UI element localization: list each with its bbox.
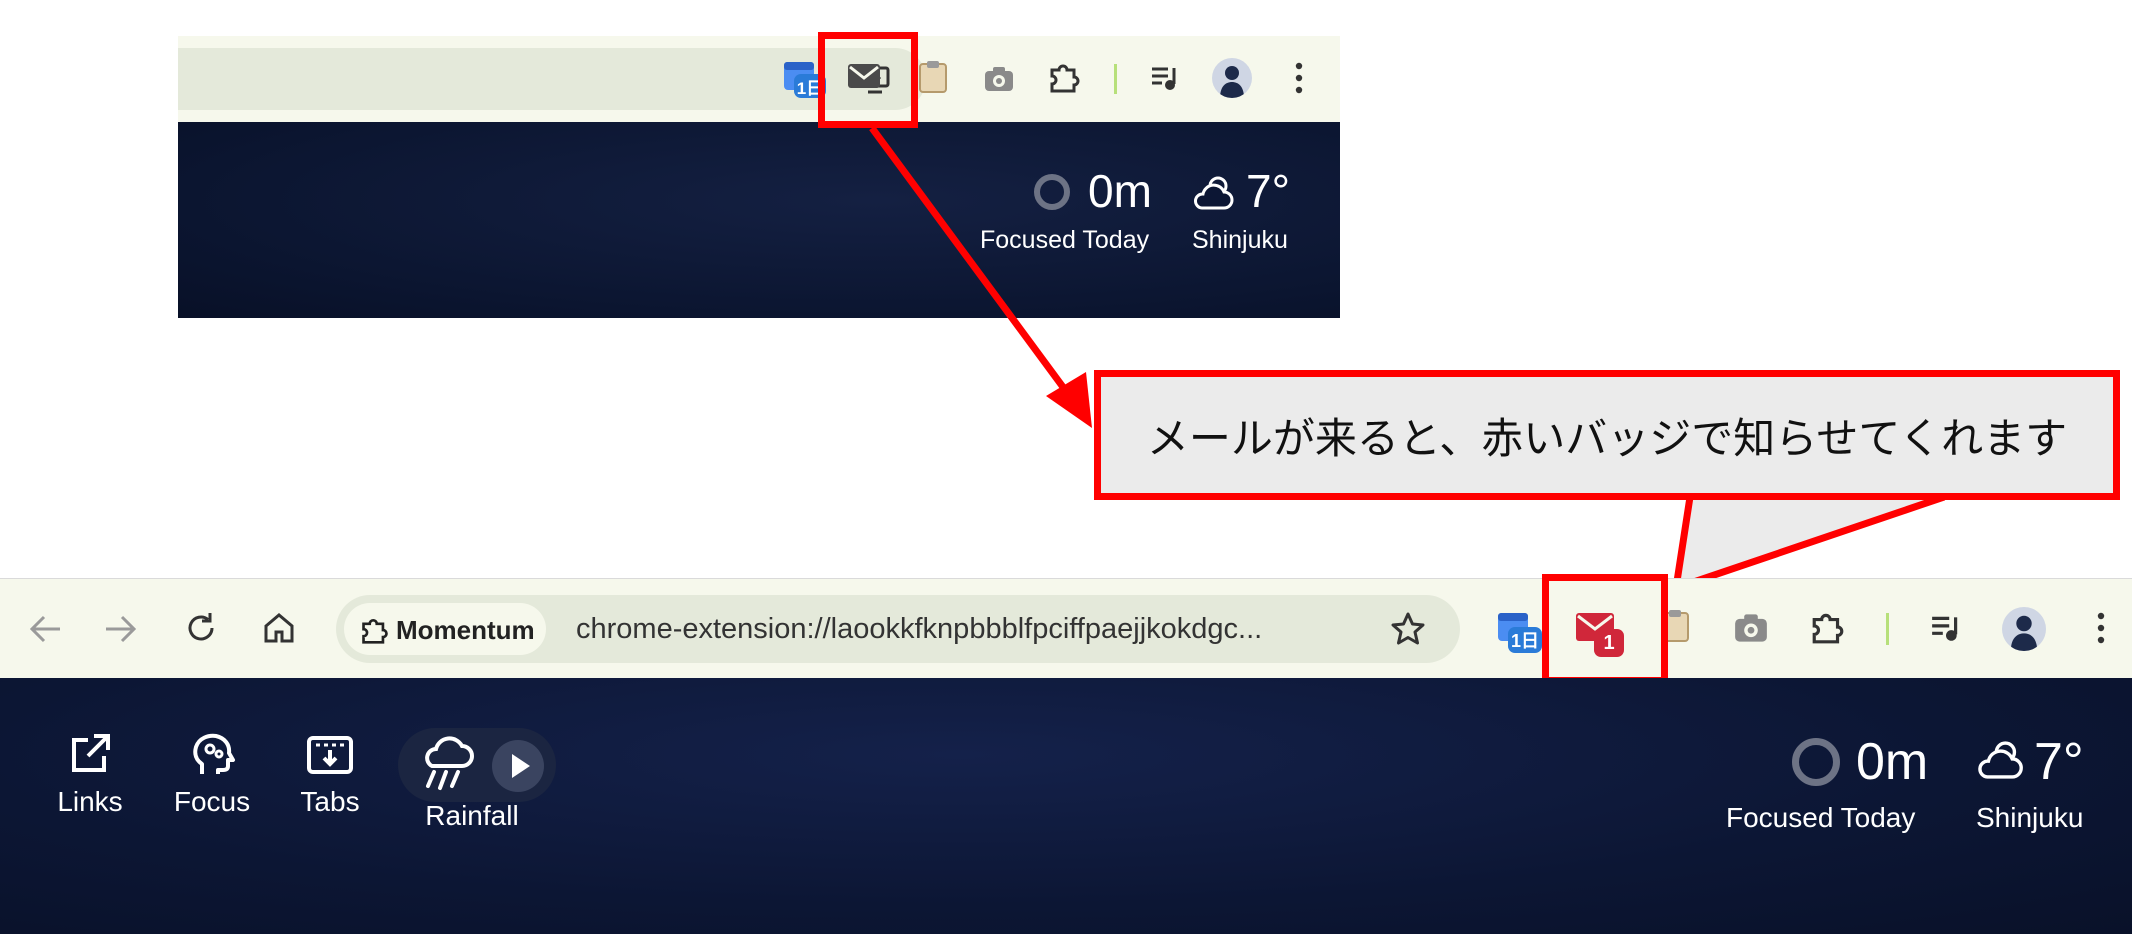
kebab-menu-icon[interactable] (2096, 611, 2106, 645)
weather-temp: 7° (2034, 733, 2084, 791)
reload-icon[interactable] (184, 611, 218, 645)
links-widget[interactable]: Links (40, 732, 140, 818)
rainfall-label: Rainfall (425, 800, 519, 831)
cloud-sun-icon (1976, 738, 2028, 782)
rain-cloud-icon (418, 736, 478, 792)
toolbar-divider (1886, 613, 1889, 645)
omnibox[interactable]: Momentum chrome-extension://laookkfknpbb… (336, 595, 1460, 663)
play-button[interactable] (492, 740, 544, 792)
head-brain-icon (190, 732, 262, 778)
profile-avatar[interactable] (2002, 607, 2046, 651)
weather-location[interactable]: Shinjuku (1976, 802, 2083, 834)
calendar-badge: 1日 (1508, 627, 1542, 653)
media-control-icon[interactable] (1930, 613, 1962, 643)
extension-chip[interactable]: Momentum (344, 603, 546, 655)
focus-widget[interactable]: Focus (162, 732, 262, 818)
extension-puzzle-icon (360, 615, 390, 645)
callout-text: メールが来ると、赤いバッジで知らせてくれます (1146, 413, 2068, 463)
links-label: Links (57, 786, 123, 817)
callout-box: メールが来ると、赤いバッジで知らせてくれます (1094, 370, 2120, 500)
camera-icon[interactable] (1734, 613, 1768, 643)
focus-circle-icon (1792, 738, 1840, 786)
bottom-toolbar: Momentum chrome-extension://laookkfknpbb… (0, 578, 2132, 679)
calendar-extension-icon[interactable]: 1日 (1496, 609, 1542, 653)
chip-label: Momentum (396, 615, 535, 645)
forward-arrow-icon[interactable] (104, 613, 138, 645)
focus-value: 0m (1856, 733, 1929, 791)
home-icon[interactable] (262, 611, 296, 645)
bookmark-star-icon[interactable] (1390, 611, 1426, 647)
bottom-mail-highlight (1542, 574, 1668, 684)
focus-caption[interactable]: Focused Today (1726, 802, 1915, 834)
back-arrow-icon[interactable] (28, 613, 62, 645)
focus-label: Focus (173, 786, 251, 817)
url-text[interactable]: chrome-extension://laookkfknpbbblfpciffp… (576, 613, 1262, 646)
tabs-download-icon (306, 732, 380, 776)
extensions-puzzle-icon[interactable] (1810, 609, 1846, 645)
tabs-label: Tabs (300, 786, 360, 817)
tabs-widget[interactable]: Tabs (280, 732, 380, 818)
bottom-dashboard: Links Focus Tabs Rainfall 0m Focused Tod… (0, 678, 2132, 934)
external-link-icon (68, 732, 140, 776)
